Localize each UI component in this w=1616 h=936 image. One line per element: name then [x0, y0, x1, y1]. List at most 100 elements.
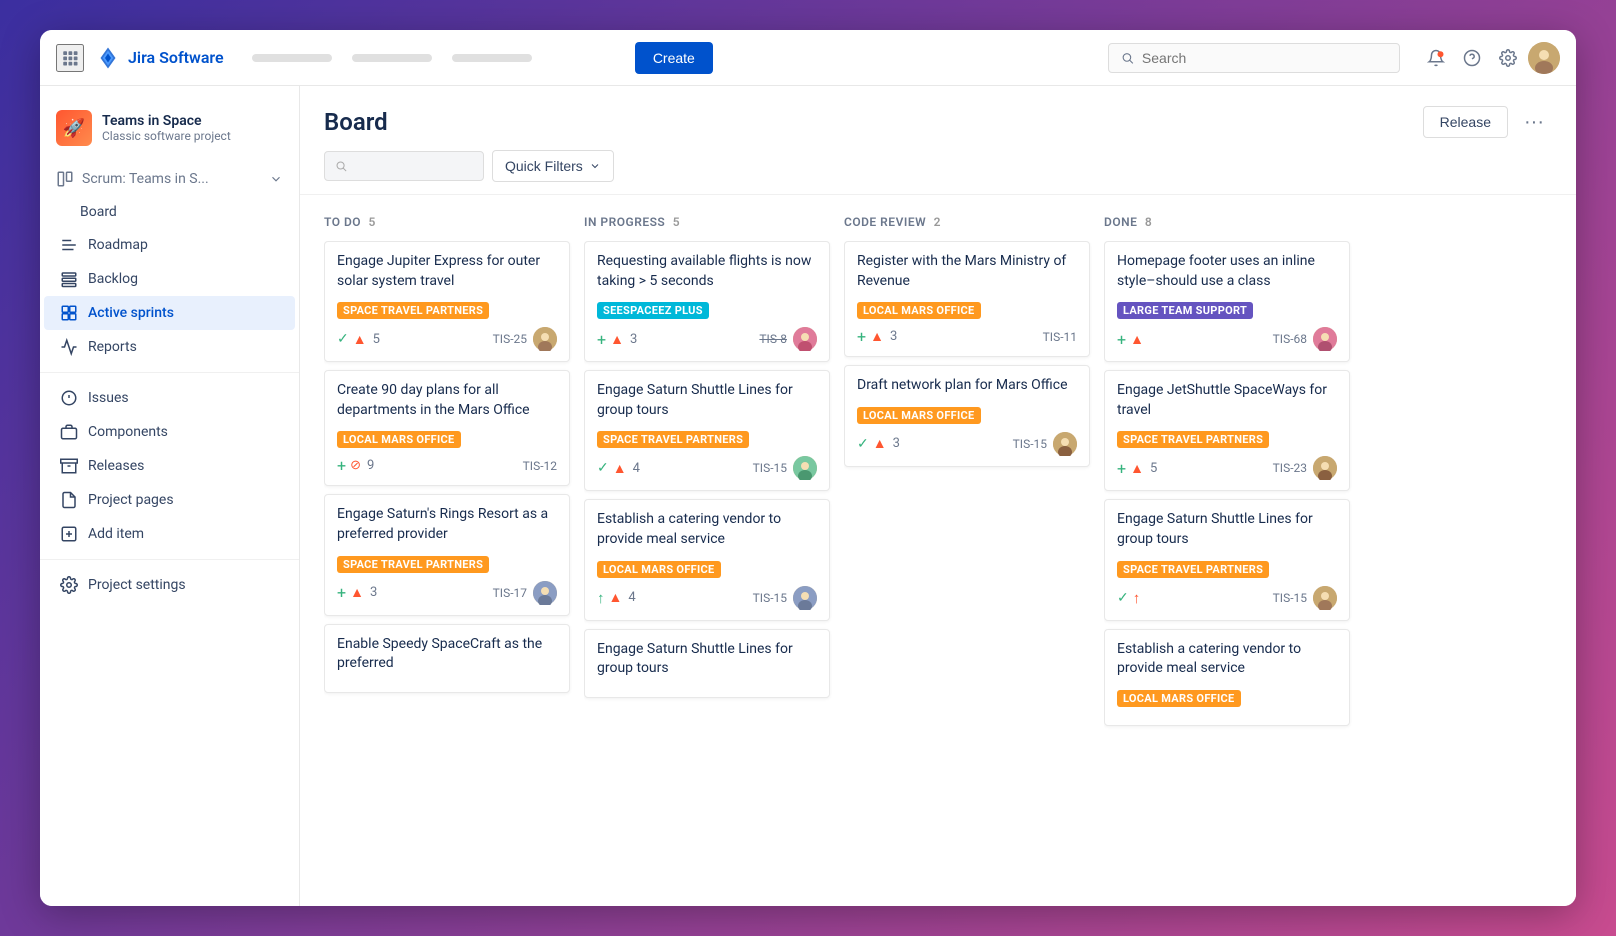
- card-title: Register with the Mars Ministry of Reven…: [857, 252, 1077, 291]
- sidebar-item-components[interactable]: Components: [44, 415, 295, 449]
- card-tis15-draft[interactable]: Draft network plan for Mars Office LOCAL…: [844, 365, 1090, 467]
- app-name: Jira Software: [128, 48, 224, 67]
- card-id: TIS-68: [1273, 332, 1307, 346]
- story-icon: +: [597, 330, 606, 349]
- card-tis23[interactable]: Engage JetShuttle SpaceWays for travel S…: [1104, 370, 1350, 491]
- card-label: LOCAL MARS OFFICE: [857, 407, 981, 424]
- more-options-button[interactable]: ···: [1516, 107, 1552, 138]
- card-title: Draft network plan for Mars Office: [857, 376, 1077, 396]
- sidebar-item-project-settings[interactable]: Project settings: [44, 568, 295, 602]
- cards-in-progress: Requesting available flights is now taki…: [584, 241, 832, 890]
- sidebar-item-board[interactable]: Board: [44, 196, 295, 228]
- card-icons: ↑ ▲ 4: [597, 589, 636, 607]
- card-count: 3: [890, 329, 897, 344]
- sidebar-item-roadmap[interactable]: Roadmap: [44, 228, 295, 262]
- column-header-in-progress: IN PROGRESS 5: [584, 211, 832, 233]
- quick-filters-button[interactable]: Quick Filters: [492, 150, 614, 182]
- card-tis17[interactable]: Engage Saturn's Rings Resort as a prefer…: [324, 494, 570, 615]
- sidebar-item-releases[interactable]: Releases: [44, 449, 295, 483]
- project-name: Teams in Space: [102, 113, 283, 129]
- header-actions: Release ···: [1423, 106, 1552, 138]
- card-title: Engage Saturn Shuttle Lines for group to…: [597, 640, 817, 679]
- project-settings-label: Project settings: [88, 577, 186, 593]
- sidebar-item-add-item[interactable]: Add item: [44, 517, 295, 551]
- card-count: 4: [633, 461, 640, 476]
- story-icon: +: [857, 327, 866, 346]
- card-id: TIS-11: [1043, 330, 1077, 344]
- priority-icon: ▲: [610, 331, 624, 348]
- releases-label: Releases: [88, 458, 144, 474]
- sidebar-item-issues[interactable]: Issues: [44, 381, 295, 415]
- settings-icon[interactable]: [1492, 42, 1524, 74]
- card-todo-4[interactable]: Enable Speedy SpaceCraft as the preferre…: [324, 624, 570, 693]
- card-avatar: [793, 456, 817, 480]
- card-title: Engage Jupiter Express for outer solar s…: [337, 252, 557, 291]
- cards-done: Homepage footer uses an inline style–sho…: [1104, 241, 1352, 890]
- sidebar-item-backlog[interactable]: Backlog: [44, 262, 295, 296]
- release-button[interactable]: Release: [1423, 106, 1508, 138]
- card-avatar: [1313, 327, 1337, 351]
- board-search-input[interactable]: [353, 158, 473, 174]
- issues-icon: [60, 389, 78, 407]
- card-label: LOCAL MARS OFFICE: [1117, 690, 1241, 707]
- search-input[interactable]: [1142, 50, 1387, 66]
- issues-label: Issues: [88, 390, 129, 406]
- cards-todo: Engage Jupiter Express for outer solar s…: [324, 241, 572, 890]
- grid-menu-icon[interactable]: [56, 44, 84, 72]
- chevron-down-icon: [269, 172, 283, 186]
- notifications-icon[interactable]: [1420, 42, 1452, 74]
- card-id: TIS-12: [523, 459, 557, 473]
- board-search[interactable]: [324, 151, 484, 181]
- card-tis15-prog[interactable]: Engage Saturn Shuttle Lines for group to…: [584, 370, 830, 491]
- card-label: SPACE TRAVEL PARTNERS: [597, 431, 749, 448]
- card-label: SEESPACEEZ PLUS: [597, 302, 709, 319]
- card-title: Create 90 day plans for all departments …: [337, 381, 557, 420]
- main-layout: 🚀 Teams in Space Classic software projec…: [40, 86, 1576, 906]
- card-tis15-catering[interactable]: Establish a catering vendor to provide m…: [584, 499, 830, 620]
- scrum-board-section[interactable]: Scrum: Teams in S...: [40, 162, 299, 196]
- card-tis15-shuttle-done[interactable]: Engage Saturn Shuttle Lines for group to…: [1104, 499, 1350, 620]
- card-icons: ✓ ▲ 4: [597, 460, 640, 477]
- card-meta: + ▲ 5 TIS-23: [1117, 456, 1337, 480]
- jira-logo[interactable]: Jira Software: [96, 46, 224, 70]
- column-code-review: CODE REVIEW 2 Register with the Mars Min…: [844, 211, 1092, 890]
- card-tis68[interactable]: Homepage footer uses an inline style–sho…: [1104, 241, 1350, 362]
- priority-icon: ▲: [1130, 460, 1144, 477]
- card-tis25[interactable]: Engage Jupiter Express for outer solar s…: [324, 241, 570, 362]
- card-tis8[interactable]: Requesting available flights is now taki…: [584, 241, 830, 362]
- card-meta: + ▲ 3 TIS-8: [597, 327, 817, 351]
- card-meta: + ⊘ 9 TIS-12: [337, 456, 557, 475]
- pages-icon: [60, 491, 78, 509]
- card-count: 3: [893, 436, 900, 451]
- active-sprints-label: Active sprints: [88, 305, 174, 321]
- content-header: Board Release ···: [300, 86, 1576, 138]
- components-label: Components: [88, 424, 168, 440]
- card-done-catering[interactable]: Establish a catering vendor to provide m…: [1104, 629, 1350, 726]
- board-columns: TO DO 5 Engage Jupiter Express for outer…: [300, 195, 1576, 906]
- search-box[interactable]: [1108, 43, 1400, 73]
- card-tis11[interactable]: Register with the Mars Ministry of Reven…: [844, 241, 1090, 357]
- card-title: Engage Saturn Shuttle Lines for group to…: [597, 381, 817, 420]
- create-button[interactable]: Create: [635, 42, 713, 74]
- card-inprog-4[interactable]: Engage Saturn Shuttle Lines for group to…: [584, 629, 830, 698]
- sidebar-item-project-pages[interactable]: Project pages: [44, 483, 295, 517]
- sidebar-item-active-sprints[interactable]: Active sprints: [44, 296, 295, 330]
- card-id: TIS-15: [1273, 591, 1307, 605]
- user-avatar[interactable]: [1528, 42, 1560, 74]
- reports-icon: [60, 338, 78, 356]
- help-icon[interactable]: [1456, 42, 1488, 74]
- column-header-code-review: CODE REVIEW 2: [844, 211, 1092, 233]
- card-id: TIS-15: [753, 591, 787, 605]
- card-id: TIS-25: [493, 332, 527, 346]
- card-tis12[interactable]: Create 90 day plans for all departments …: [324, 370, 570, 486]
- story-icon: +: [1117, 330, 1126, 349]
- priority-icon: ▲: [870, 328, 884, 345]
- card-avatar: [793, 327, 817, 351]
- card-avatar: [533, 327, 557, 351]
- card-title: Engage JetShuttle SpaceWays for travel: [1117, 381, 1337, 420]
- card-id: TIS-8: [759, 332, 787, 346]
- project-pages-label: Project pages: [88, 492, 174, 508]
- priority-icon: ▲: [609, 589, 623, 606]
- sidebar-item-reports[interactable]: Reports: [44, 330, 295, 364]
- card-icons: ✓ ▲ 5: [337, 331, 380, 348]
